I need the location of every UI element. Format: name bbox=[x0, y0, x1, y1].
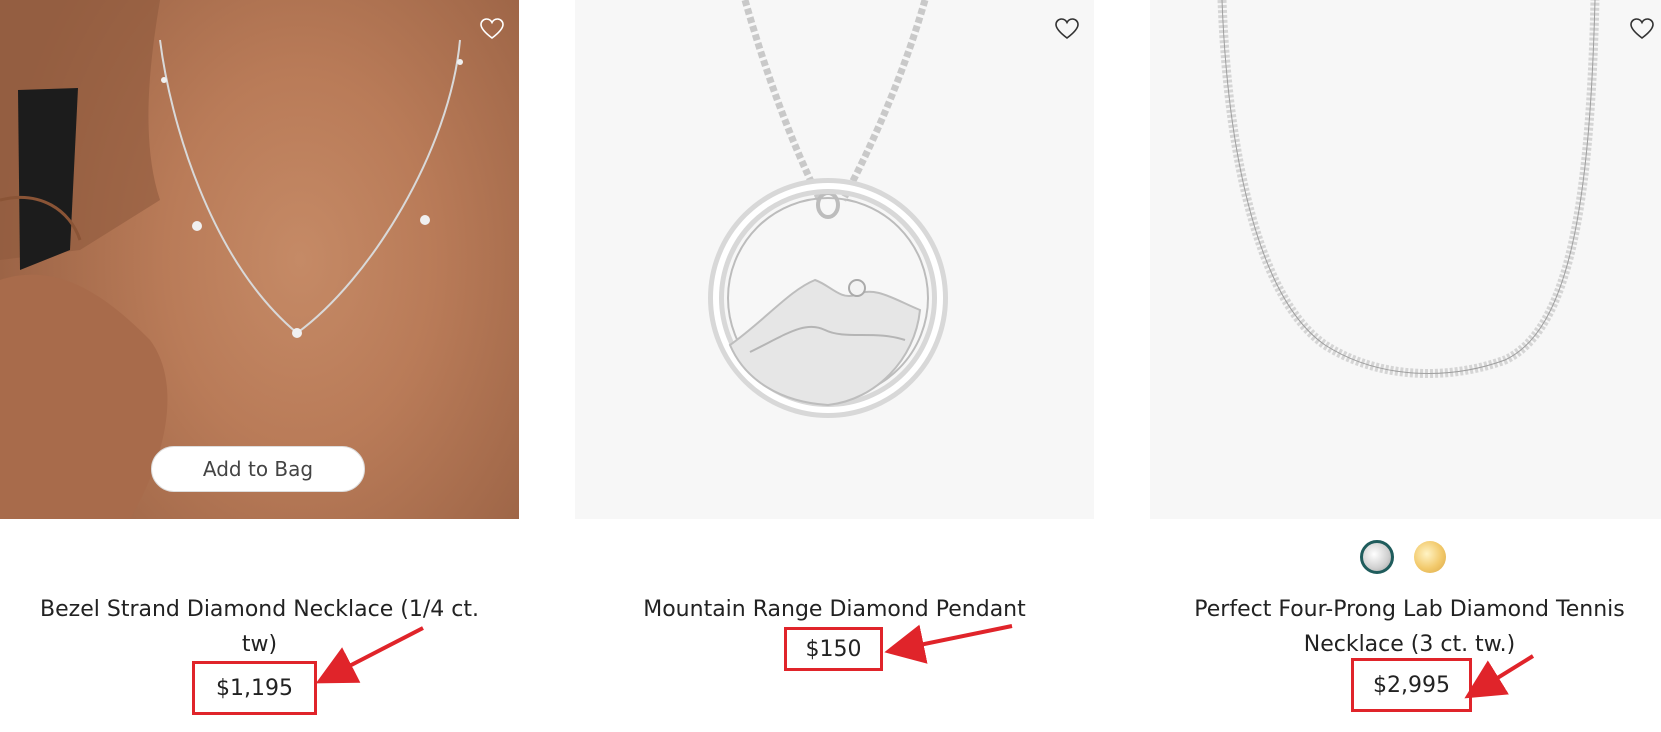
product-card-mountain-range[interactable]: Mountain Range Diamond Pendant $150 bbox=[575, 0, 1094, 732]
product-title[interactable]: Perfect Four-Prong Lab Diamond Tennis Ne… bbox=[1190, 592, 1629, 662]
heart-icon bbox=[1055, 18, 1079, 40]
swatch-yellow-gold[interactable] bbox=[1414, 541, 1446, 573]
add-to-bag-button[interactable]: Add to Bag bbox=[151, 446, 365, 492]
heart-icon bbox=[480, 18, 504, 40]
model-necklace-illustration bbox=[0, 0, 463, 519]
product-image[interactable] bbox=[575, 0, 1094, 519]
heart-icon bbox=[1630, 18, 1654, 40]
swatch-white-gold[interactable] bbox=[1360, 540, 1394, 574]
product-image[interactable]: Add to Bag bbox=[0, 0, 519, 519]
favorite-button[interactable] bbox=[1629, 16, 1655, 42]
product-card-bezel-strand[interactable]: Add to Bag Bezel Strand Diamond Necklace… bbox=[0, 0, 519, 732]
product-card-tennis-necklace[interactable]: Perfect Four-Prong Lab Diamond Tennis Ne… bbox=[1150, 0, 1661, 732]
favorite-button[interactable] bbox=[1054, 16, 1080, 42]
metal-swatches bbox=[1360, 540, 1446, 574]
tennis-necklace-illustration bbox=[1217, 0, 1600, 379]
product-price: $150 bbox=[784, 627, 883, 671]
product-image[interactable] bbox=[1150, 0, 1661, 519]
product-title[interactable]: Mountain Range Diamond Pendant bbox=[615, 592, 1054, 627]
product-price: $2,995 bbox=[1351, 658, 1472, 712]
product-title[interactable]: Bezel Strand Diamond Necklace (1/4 ct. t… bbox=[40, 592, 479, 662]
product-price: $1,195 bbox=[192, 661, 317, 715]
favorite-button[interactable] bbox=[479, 16, 505, 42]
pendant-illustration bbox=[708, 0, 948, 418]
